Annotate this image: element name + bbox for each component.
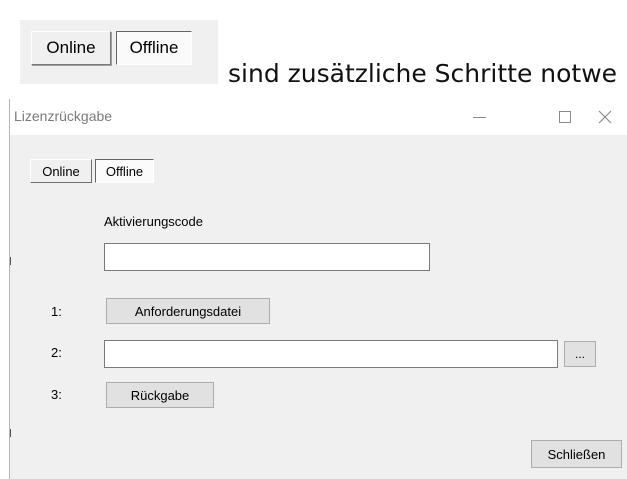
close-icon[interactable] bbox=[582, 99, 627, 135]
snippet-online-tab[interactable]: Online bbox=[31, 31, 111, 65]
title-bar: Lizenzrückgabe bbox=[10, 99, 627, 135]
activation-code-label: Aktivierungscode bbox=[104, 214, 203, 229]
request-file-button[interactable]: Anforderungsdatei bbox=[106, 298, 270, 324]
activation-code-input[interactable] bbox=[104, 243, 430, 271]
browse-button[interactable]: ... bbox=[564, 341, 596, 367]
file-path-input[interactable] bbox=[104, 340, 558, 368]
step-3-number: 3: bbox=[51, 387, 62, 402]
step-2-number: 2: bbox=[51, 345, 62, 360]
return-button[interactable]: Rückgabe bbox=[106, 382, 214, 408]
license-return-dialog: Lizenzrückgabe Online Offline Aktivierun… bbox=[9, 99, 627, 479]
caption-text: sind zusätzliche Schritte notwe bbox=[228, 59, 618, 88]
close-button[interactable]: Schließen bbox=[531, 440, 622, 468]
tab-online[interactable]: Online bbox=[30, 159, 92, 183]
edge-mark bbox=[10, 429, 11, 437]
step-1-number: 1: bbox=[51, 304, 62, 319]
tab-offline[interactable]: Offline bbox=[95, 159, 154, 183]
window-title: Lizenzrückgabe bbox=[14, 108, 113, 124]
edge-mark bbox=[10, 257, 11, 265]
snippet-offline-tab[interactable]: Offline bbox=[116, 31, 192, 65]
minimize-icon[interactable] bbox=[456, 99, 502, 135]
